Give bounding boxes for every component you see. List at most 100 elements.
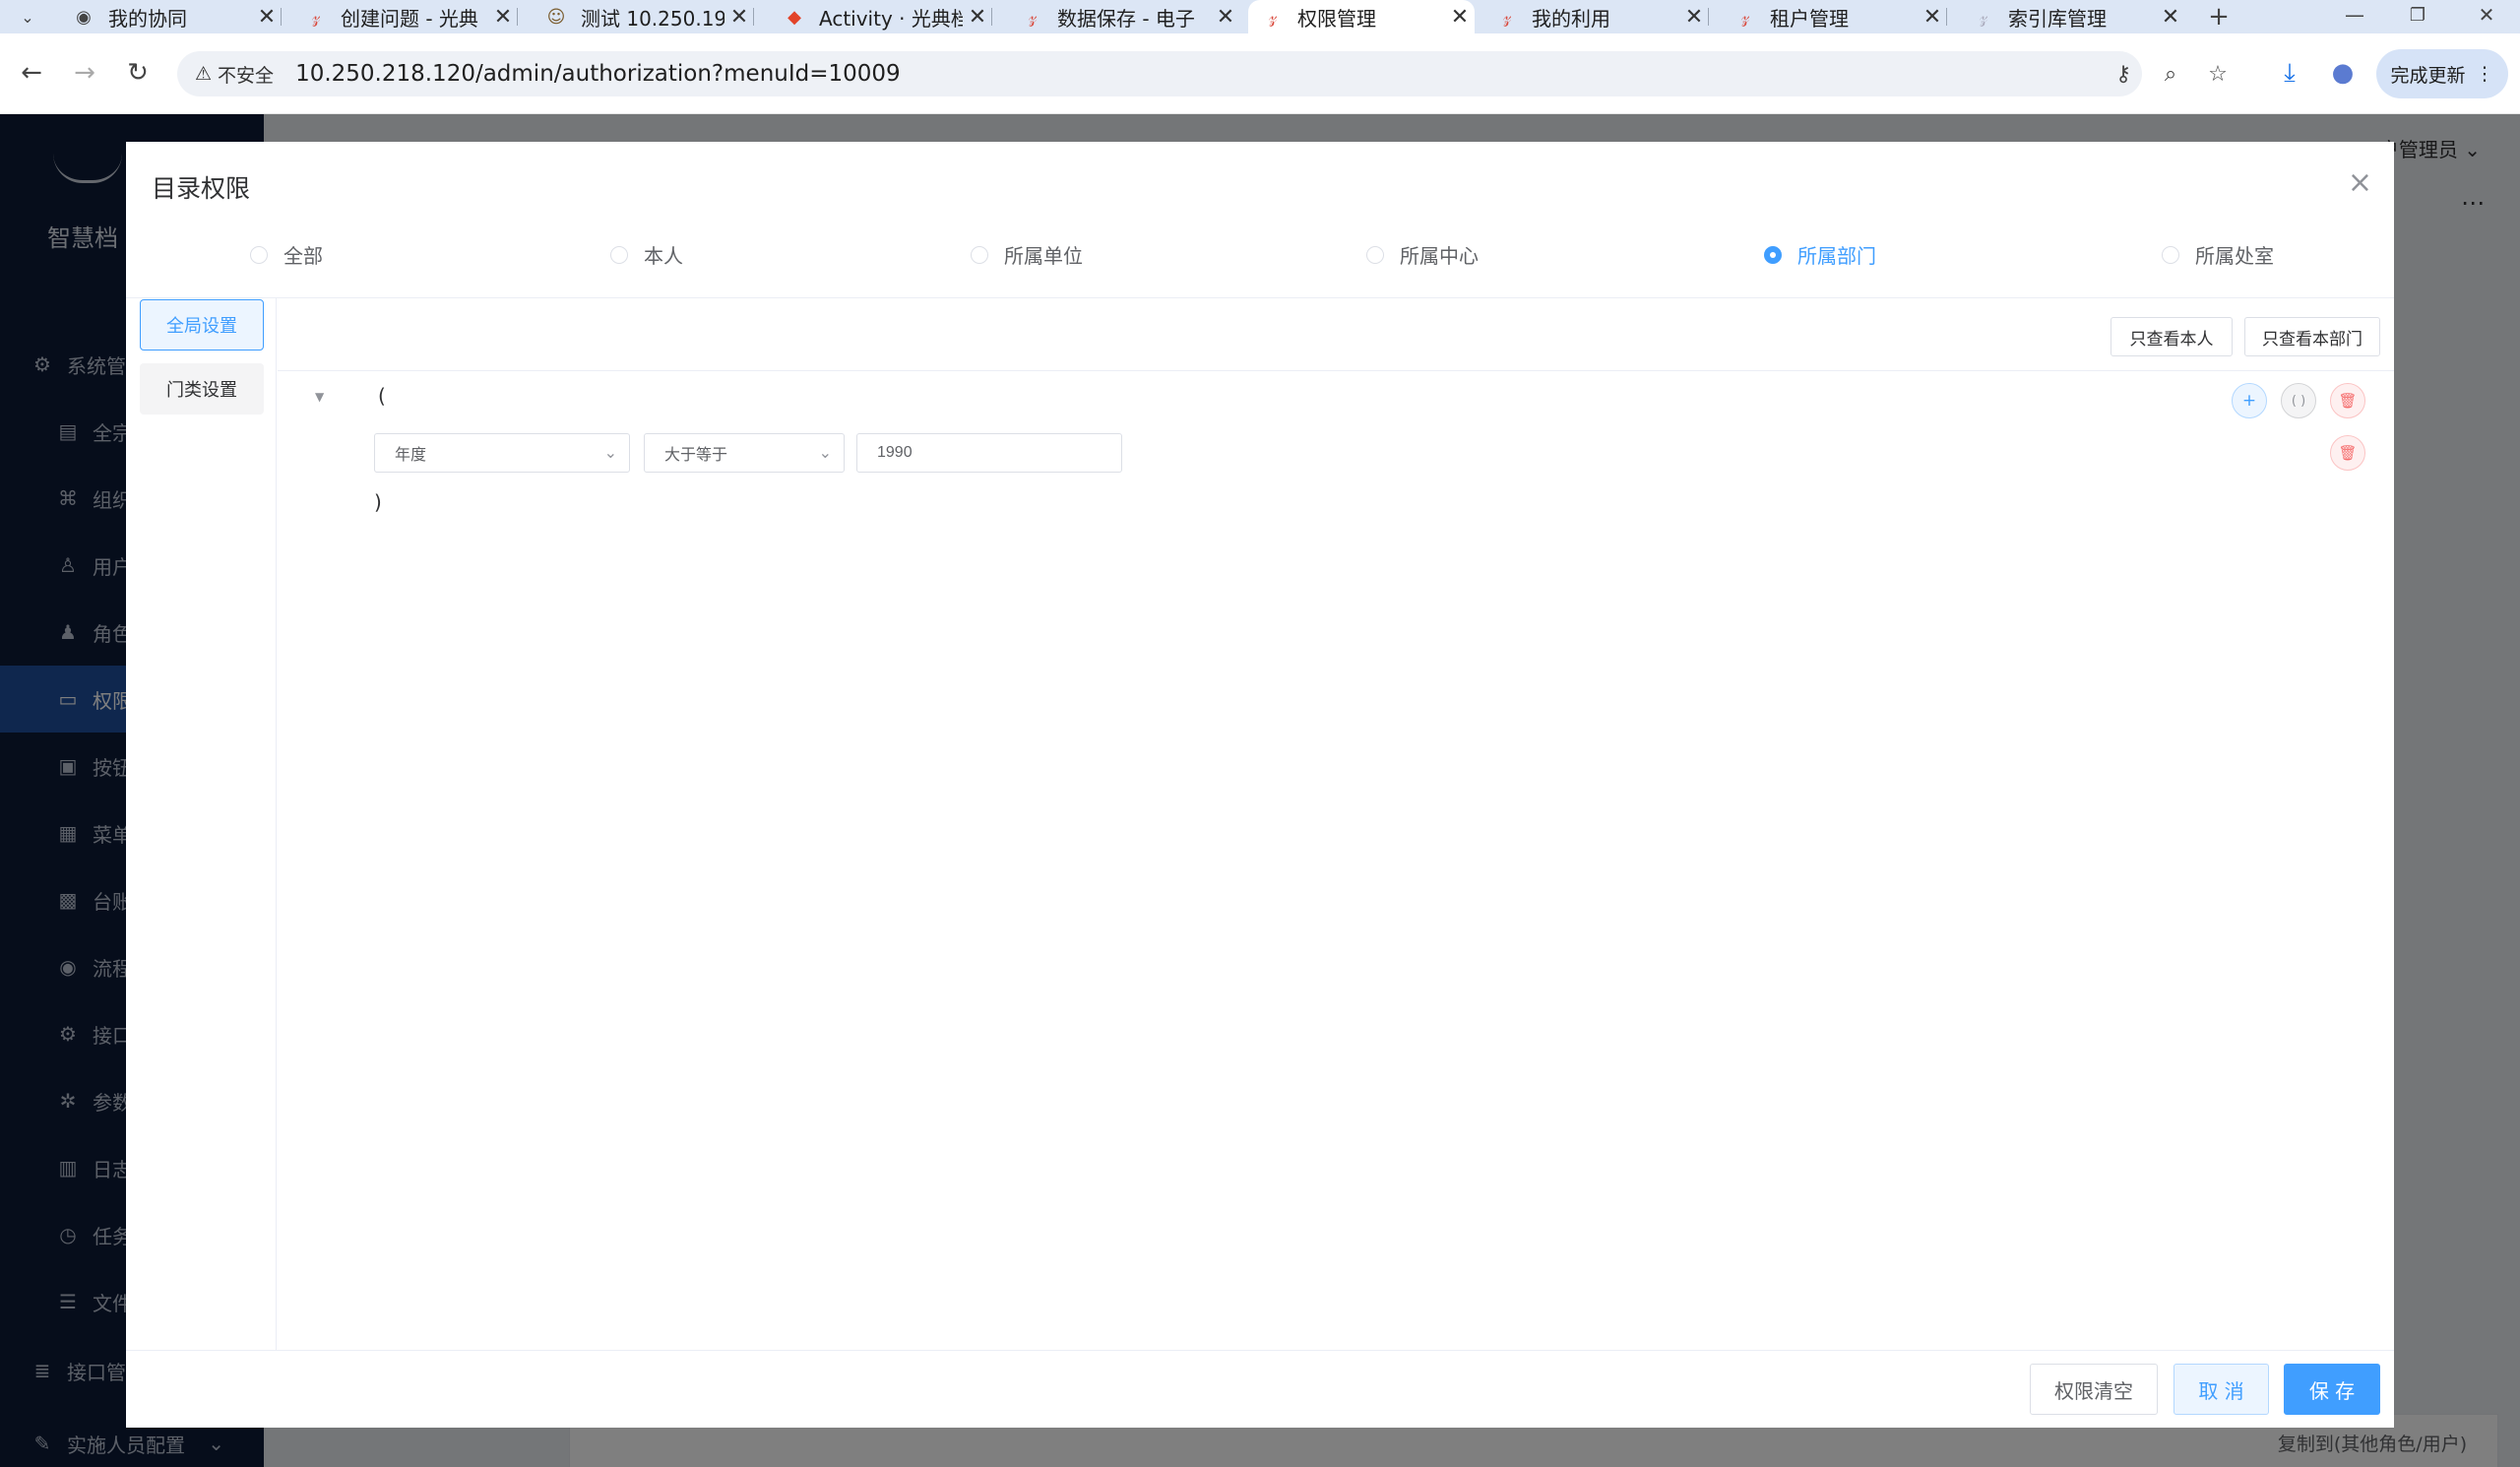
scope-radio-unit[interactable]: 所属单位 [971,240,1083,269]
save-button[interactable]: 保 存 [2284,1364,2380,1415]
tab-close-icon[interactable]: ✕ [1679,5,1709,30]
browser-tab[interactable]: ◉ 我的协同 ✕ [59,0,282,33]
divider [278,370,2394,371]
address-bar[interactable]: ⚠ 不安全 10.250.218.120/admin/authorization… [177,51,2228,96]
open-paren: ( [378,384,386,408]
tab-title: 我的利用 [1532,6,1610,31]
condition-value-input[interactable] [856,433,1122,473]
tab-close-icon[interactable]: ✕ [2156,5,2185,30]
scope-radio-self[interactable]: 本人 [610,240,683,269]
operator-select[interactable]: 大于等于 ⌄ [644,433,845,473]
url-text[interactable]: 10.250.218.120/admin/authorization?menuI… [295,61,901,87]
tab-title: 租户管理 [1770,6,1849,31]
tab-global-settings[interactable]: 全局设置 [140,299,264,351]
scope-radio-center[interactable]: 所属中心 [1366,240,1479,269]
collapse-caret-icon[interactable]: ▼ [315,390,324,404]
radio-dot [971,245,988,264]
new-tab-button[interactable]: + [2199,0,2238,33]
radio-label: 所属处室 [2195,244,2274,268]
bookmark-star-icon[interactable]: ☆ [2203,59,2233,89]
only-department-button[interactable]: 只查看本部门 [2244,317,2380,356]
app-favicon-icon: 𝓏 [311,6,321,28]
tab-close-icon[interactable]: ✕ [963,5,992,30]
forward-arrow-icon[interactable]: → [65,53,104,93]
browser-tab[interactable]: 𝓏 索引库管理 ✕ [1959,0,2185,33]
scope-radio-all[interactable]: 全部 [250,240,323,269]
radio-dot [610,245,628,264]
copy-to-button[interactable]: 复制到(其他角色/用户) [2276,1418,2469,1467]
tab-close-icon[interactable]: ✕ [1918,5,1947,30]
browser-tab[interactable]: 𝓏 租户管理 ✕ [1721,0,1947,33]
tab-title: 索引库管理 [2008,6,2107,31]
tab-close-icon[interactable]: ✕ [1445,5,1475,30]
app-favicon-icon: 𝓏 [1979,6,1988,28]
kebab-menu-icon: ⋮ [2475,63,2494,85]
minimize-icon[interactable]: — [2335,0,2374,30]
tab-close-icon[interactable]: ✕ [252,5,282,30]
browser-chrome: ⌄ ◉ 我的协同 ✕ 𝓏 创建问题 - 光典 ✕ ☺ 测试 10.250.19 … [0,0,2520,114]
cancel-button[interactable]: 取 消 [2174,1364,2269,1415]
tab-close-icon[interactable]: ✕ [488,5,518,30]
security-indicator[interactable]: ⚠ 不安全 [195,61,274,88]
tab-title: 测试 10.250.19 [581,6,724,31]
radio-dot-checked [1764,245,1782,264]
only-self-button[interactable]: 只查看本人 [2110,317,2233,356]
permission-dialog: 目录权限 × 全部 本人 所属单位 所属中心 所属部门 所属处室 全局设置 门类… [126,142,2394,1428]
close-paren: ) [374,490,382,514]
dialog-title: 目录权限 [152,174,251,203]
tab-search-button[interactable]: ⌄ [10,0,45,33]
radio-dot [250,245,268,264]
avatar-favicon-icon: ☺ [546,6,566,28]
add-condition-button[interactable]: + [2232,383,2267,418]
app-favicon-icon: 𝓏 [1502,6,1512,28]
tab-close-icon[interactable]: ✕ [1211,5,1240,30]
tab-category-settings[interactable]: 门类设置 [140,363,264,415]
restore-icon[interactable]: ❐ [2398,0,2437,30]
app-favicon-icon: ◉ [76,6,92,28]
browser-tab[interactable]: 𝓏 我的利用 ✕ [1482,0,1709,33]
add-group-button[interactable]: ( ) [2281,383,2316,418]
browser-tab[interactable]: ☺ 测试 10.250.19 ✕ [532,0,754,33]
tab-title: 我的协同 [108,6,187,31]
scope-radio-department[interactable]: 所属部门 [1764,240,1876,269]
field-select[interactable]: 年度 ⌄ [374,433,630,473]
close-icon[interactable]: × [2348,165,2372,200]
trash-icon: 🗑 [2338,444,2358,462]
window-close-icon[interactable]: ✕ [2467,0,2506,30]
trash-icon: 🗑 [2338,392,2358,410]
security-label: 不安全 [218,64,275,87]
field-select-value: 年度 [395,445,427,464]
operator-select-value: 大于等于 [664,445,728,464]
gitlab-favicon-icon: ◆ [788,6,801,28]
download-icon[interactable]: ⤓ [2270,53,2309,93]
scope-radio-office[interactable]: 所属处室 [2162,240,2274,269]
profile-avatar-icon[interactable]: ● [2323,53,2362,93]
tab-title: 权限管理 [1297,6,1376,31]
clear-permissions-button[interactable]: 权限清空 [2030,1364,2158,1415]
chevron-down-icon: ⌄ [603,443,617,462]
back-arrow-icon[interactable]: ← [12,53,51,93]
tab-title: 创建问题 - 光典 [341,6,478,31]
browser-tab[interactable]: ◆ Activity · 光典档 ✕ [770,0,992,33]
delete-group-button[interactable]: 🗑 [2330,383,2365,418]
radio-label: 所属单位 [1004,244,1083,268]
browser-tab[interactable]: 𝓏 创建问题 - 光典 ✕ [291,0,518,33]
radio-label: 本人 [644,244,683,268]
update-label: 完成更新 [2390,64,2466,87]
update-button[interactable]: 完成更新 ⋮ [2376,49,2508,98]
browser-toolbar: ← → ↻ ⚠ 不安全 10.250.218.120/admin/authori… [0,33,2520,114]
password-key-icon[interactable]: ⚷ [2109,59,2138,89]
zoom-icon[interactable]: ⌕ [2156,59,2185,89]
delete-condition-button[interactable]: 🗑 [2330,435,2365,471]
divider [126,1350,2394,1351]
browser-tab[interactable]: 𝓏 数据保存 - 电子 ✕ [1008,0,1240,33]
tab-title: Activity · 光典档 [819,6,963,31]
divider [126,297,2394,298]
warning-triangle-icon: ⚠ [195,63,213,85]
tab-close-icon[interactable]: ✕ [724,5,754,30]
browser-tab-active[interactable]: 𝓏 权限管理 ✕ [1248,0,1475,33]
radio-label: 所属中心 [1400,244,1479,268]
radio-label: 所属部门 [1797,244,1876,268]
app-favicon-icon: 𝓏 [1740,6,1750,28]
reload-icon[interactable]: ↻ [118,53,158,93]
